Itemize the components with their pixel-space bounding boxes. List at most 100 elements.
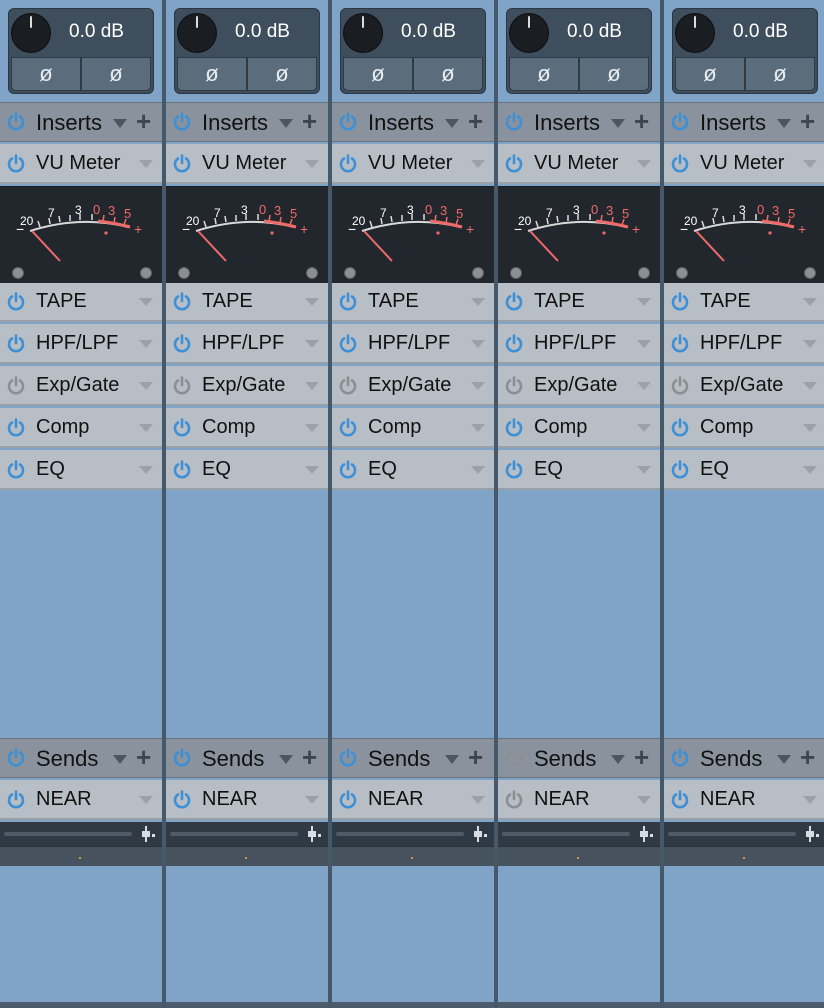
insert-slot[interactable]: VU Meter	[166, 144, 328, 184]
insert-slot[interactable]: Exp/Gate	[166, 366, 328, 406]
phase-invert-left-button[interactable]: ø	[177, 57, 247, 91]
insert-slot[interactable]: Comp	[166, 408, 328, 448]
chevron-down-icon[interactable]	[445, 755, 459, 764]
chevron-down-icon[interactable]	[611, 755, 625, 764]
add-send-icon[interactable]: +	[800, 742, 815, 773]
insert-slot[interactable]: TAPE	[498, 282, 660, 322]
chevron-down-icon[interactable]	[139, 424, 153, 432]
insert-slot[interactable]: VU Meter	[664, 144, 824, 184]
chevron-down-icon[interactable]	[139, 160, 153, 168]
chevron-down-icon[interactable]	[803, 160, 817, 168]
power-icon[interactable]	[338, 292, 358, 312]
insert-slot[interactable]: HPF/LPF	[332, 324, 494, 364]
add-insert-icon[interactable]: +	[468, 106, 483, 137]
insert-slot[interactable]: TAPE	[332, 282, 494, 322]
insert-slot[interactable]: VU Meter	[332, 144, 494, 184]
send-level-slider[interactable]	[4, 832, 132, 836]
power-icon[interactable]	[504, 418, 524, 438]
power-icon[interactable]	[338, 418, 358, 438]
gain-knob[interactable]	[11, 13, 51, 53]
chevron-down-icon[interactable]	[305, 796, 319, 804]
power-icon[interactable]	[172, 376, 192, 396]
send-slot[interactable]: NEAR	[0, 780, 162, 820]
send-level-slider[interactable]	[336, 832, 464, 836]
power-icon[interactable]	[504, 112, 524, 132]
chevron-down-icon[interactable]	[113, 119, 127, 128]
power-icon[interactable]	[670, 112, 690, 132]
gain-knob[interactable]	[177, 13, 217, 53]
send-slot[interactable]: NEAR	[498, 780, 660, 820]
send-level-slider[interactable]	[502, 832, 630, 836]
power-icon[interactable]	[6, 460, 26, 480]
power-icon[interactable]	[338, 334, 358, 354]
chevron-down-icon[interactable]	[139, 796, 153, 804]
phase-invert-left-button[interactable]: ø	[11, 57, 81, 91]
power-icon[interactable]	[6, 112, 26, 132]
chevron-down-icon[interactable]	[445, 119, 459, 128]
power-icon[interactable]	[6, 418, 26, 438]
power-icon[interactable]	[6, 790, 26, 810]
chevron-down-icon[interactable]	[637, 382, 651, 390]
add-send-icon[interactable]: +	[468, 742, 483, 773]
power-icon[interactable]	[6, 292, 26, 312]
add-insert-icon[interactable]: +	[302, 106, 317, 137]
fader-icon[interactable]	[474, 826, 488, 842]
chevron-down-icon[interactable]	[305, 466, 319, 474]
power-icon[interactable]	[504, 790, 524, 810]
chevron-down-icon[interactable]	[279, 119, 293, 128]
add-insert-icon[interactable]: +	[634, 106, 649, 137]
chevron-down-icon[interactable]	[471, 298, 485, 306]
chevron-down-icon[interactable]	[803, 298, 817, 306]
send-slot[interactable]: NEAR	[332, 780, 494, 820]
chevron-down-icon[interactable]	[637, 340, 651, 348]
power-icon[interactable]	[172, 748, 192, 768]
power-icon[interactable]	[670, 790, 690, 810]
fader-icon[interactable]	[142, 826, 156, 842]
power-icon[interactable]	[504, 376, 524, 396]
chevron-down-icon[interactable]	[139, 466, 153, 474]
chevron-down-icon[interactable]	[471, 424, 485, 432]
chevron-down-icon[interactable]	[471, 382, 485, 390]
chevron-down-icon[interactable]	[803, 466, 817, 474]
insert-slot[interactable]: TAPE	[166, 282, 328, 322]
fader-icon[interactable]	[308, 826, 322, 842]
chevron-down-icon[interactable]	[803, 382, 817, 390]
chevron-down-icon[interactable]	[471, 160, 485, 168]
chevron-down-icon[interactable]	[279, 755, 293, 764]
chevron-down-icon[interactable]	[139, 340, 153, 348]
chevron-down-icon[interactable]	[305, 298, 319, 306]
add-insert-icon[interactable]: +	[136, 106, 151, 137]
insert-slot[interactable]: HPF/LPF	[498, 324, 660, 364]
send-slot[interactable]: NEAR	[166, 780, 328, 820]
insert-slot[interactable]: TAPE	[664, 282, 824, 322]
power-icon[interactable]	[338, 748, 358, 768]
insert-slot[interactable]: Exp/Gate	[664, 366, 824, 406]
add-send-icon[interactable]: +	[634, 742, 649, 773]
phase-invert-right-button[interactable]: ø	[247, 57, 317, 91]
chevron-down-icon[interactable]	[803, 424, 817, 432]
insert-slot[interactable]: EQ	[498, 450, 660, 490]
power-icon[interactable]	[172, 418, 192, 438]
add-send-icon[interactable]: +	[136, 742, 151, 773]
insert-slot[interactable]: Comp	[332, 408, 494, 448]
power-icon[interactable]	[670, 376, 690, 396]
chevron-down-icon[interactable]	[305, 382, 319, 390]
power-icon[interactable]	[670, 460, 690, 480]
power-icon[interactable]	[670, 334, 690, 354]
power-icon[interactable]	[338, 112, 358, 132]
chevron-down-icon[interactable]	[471, 340, 485, 348]
insert-slot[interactable]: Comp	[0, 408, 162, 448]
send-level-slider[interactable]	[668, 832, 796, 836]
insert-slot[interactable]: HPF/LPF	[0, 324, 162, 364]
phase-invert-right-button[interactable]: ø	[579, 57, 649, 91]
chevron-down-icon[interactable]	[471, 796, 485, 804]
power-icon[interactable]	[6, 748, 26, 768]
power-icon[interactable]	[338, 376, 358, 396]
chevron-down-icon[interactable]	[777, 119, 791, 128]
power-icon[interactable]	[338, 460, 358, 480]
power-icon[interactable]	[670, 292, 690, 312]
phase-invert-right-button[interactable]: ø	[745, 57, 815, 91]
send-slot[interactable]: NEAR	[664, 780, 824, 820]
add-insert-icon[interactable]: +	[800, 106, 815, 137]
insert-slot[interactable]: EQ	[664, 450, 824, 490]
